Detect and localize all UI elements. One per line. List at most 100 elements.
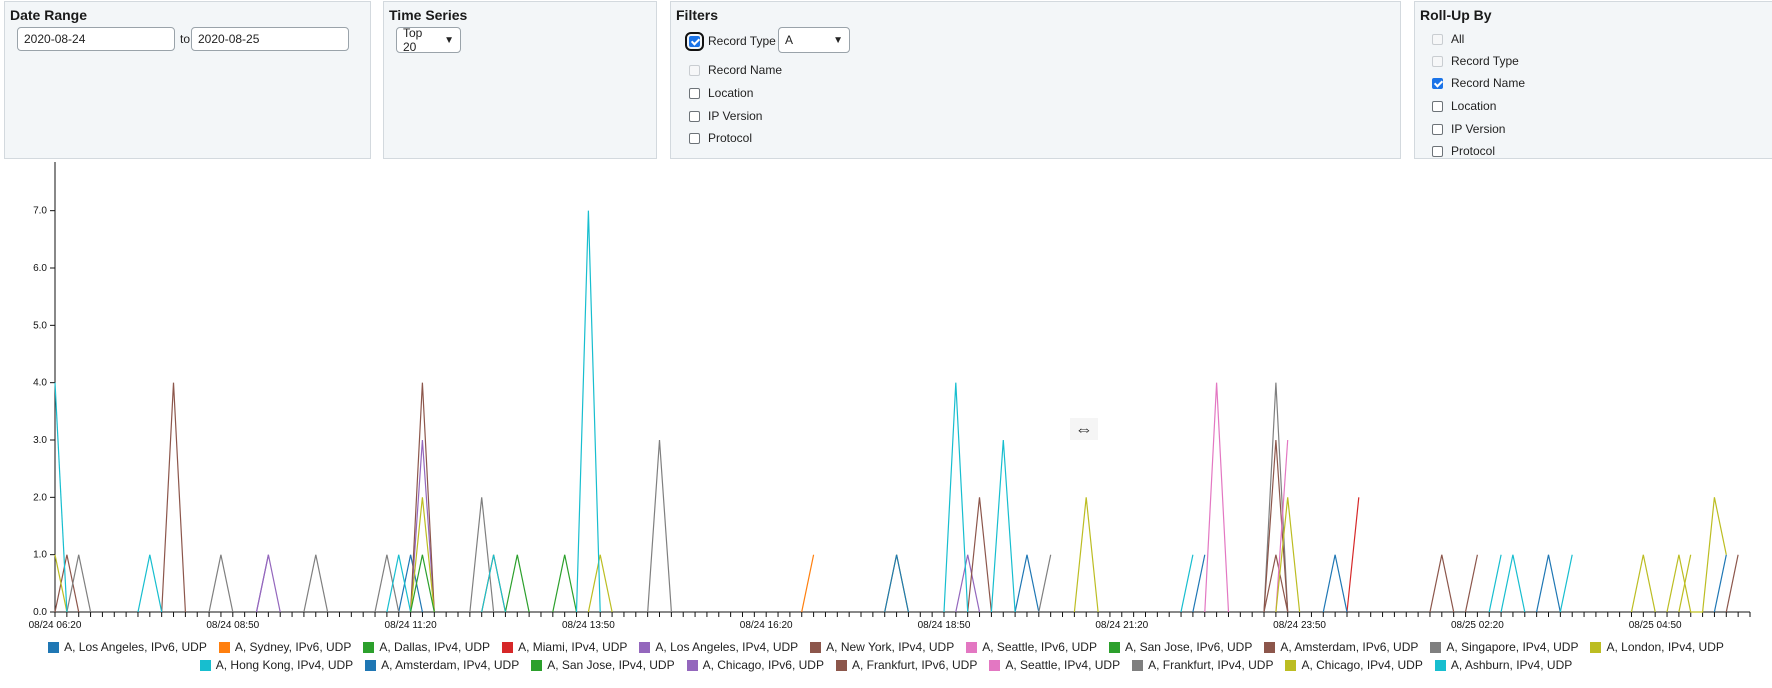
rollup-ip-version-row[interactable]: IP Version: [1432, 122, 1505, 136]
series-line-12: [1192, 554, 1206, 613]
legend-label: A, London, IPv4, UDP: [1606, 640, 1724, 654]
x-tick-label: 08/25 02:20: [1451, 620, 1504, 630]
legend-label: A, Dallas, IPv4, UDP: [379, 640, 491, 654]
rollup-ip-version-checkbox[interactable]: [1432, 123, 1443, 135]
legend-item[interactable]: A, Chicago, IPv6, UDP: [686, 658, 824, 672]
series-line-11: [943, 382, 969, 613]
y-tick-label: 6.0: [33, 263, 47, 274]
legend-swatch: [365, 659, 377, 671]
filter-ip-version-row[interactable]: IP Version: [689, 109, 762, 123]
filter-protocol-checkbox[interactable]: [689, 132, 700, 144]
filter-ip-version-checkbox[interactable]: [689, 110, 700, 122]
series-line-19: [54, 382, 68, 613]
legend-item[interactable]: A, Amsterdam, IPv4, UDP: [365, 658, 519, 672]
filter-location-checkbox[interactable]: [689, 87, 700, 99]
filter-record-name-checkbox[interactable]: [689, 64, 700, 76]
filter-record-type-label: Record Type: [708, 34, 776, 48]
series-line-1: [481, 554, 506, 613]
chevron-down-icon: ▼: [444, 34, 454, 46]
legend-item[interactable]: A, Hong Kong, IPv4, UDP: [199, 658, 354, 672]
series-line-10: [884, 554, 909, 613]
series-line-9: [374, 554, 400, 613]
date-to-label: to: [180, 32, 191, 46]
filter-protocol-row[interactable]: Protocol: [689, 131, 752, 145]
legend-label: A, Hong Kong, IPv4, UDP: [215, 658, 354, 672]
legend-item[interactable]: A, Frankfurt, IPv6, UDP: [835, 658, 978, 672]
legend-item[interactable]: A, Ashburn, IPv4, UDP: [1434, 658, 1572, 672]
date-to-input[interactable]: [191, 27, 349, 51]
legend-item[interactable]: A, Singapore, IPv4, UDP: [1430, 640, 1578, 654]
time-series-value: Top 20: [403, 26, 423, 54]
legend-item[interactable]: A, Seattle, IPv4, UDP: [989, 658, 1120, 672]
legend-item[interactable]: A, San Jose, IPv4, UDP: [531, 658, 675, 672]
rollup-title: Roll-Up By: [1420, 7, 1492, 23]
rollup-all-row[interactable]: All: [1432, 32, 1464, 46]
series-line-1: [801, 554, 815, 613]
legend-label: A, Amsterdam, IPv4, UDP: [381, 658, 520, 672]
rollup-all-checkbox[interactable]: [1432, 33, 1443, 45]
record-type-select[interactable]: A ▼: [778, 27, 850, 53]
series-line-9: [1038, 554, 1052, 613]
time-series-select[interactable]: Top 20 ▼: [396, 26, 461, 54]
legend-label: A, Chicago, IPv6, UDP: [702, 658, 824, 672]
series-line-0: [1014, 554, 1040, 613]
legend-item[interactable]: A, Chicago, IPv4, UDP: [1285, 658, 1423, 672]
rollup-record-type-row[interactable]: Record Type: [1432, 54, 1519, 68]
series-line-5: [161, 382, 186, 613]
filter-record-type-row[interactable]: Record Type: [685, 31, 776, 51]
legend-item[interactable]: A, London, IPv4, UDP: [1590, 640, 1724, 654]
legend-label: A, Los Angeles, IPv4, UDP: [655, 640, 799, 654]
legend-item[interactable]: A, Los Angeles, IPv6, UDP: [48, 640, 207, 654]
date-from-input[interactable]: [17, 27, 175, 51]
resize-cursor-icon: ⇔: [1070, 418, 1098, 440]
filter-record-type-checkbox[interactable]: [685, 31, 704, 51]
series-line-11: [575, 210, 601, 613]
legend-label: A, Frankfurt, IPv6, UDP: [851, 658, 978, 672]
legend-swatch: [1590, 641, 1602, 653]
y-tick-label: 2.0: [33, 492, 47, 503]
legend-swatch: [810, 641, 822, 653]
x-tick-label: 08/24 23:50: [1273, 620, 1326, 630]
series-line-0: [1536, 554, 1561, 613]
legend-swatch: [199, 659, 211, 671]
time-series-title: Time Series: [389, 7, 468, 23]
rollup-record-type-checkbox[interactable]: [1432, 55, 1443, 67]
legend-swatch: [1434, 659, 1446, 671]
legend-item[interactable]: A, New York, IPv4, UDP: [810, 640, 954, 654]
rollup-location-label: Location: [1451, 99, 1497, 113]
chart-legend-row-2: A, Hong Kong, IPv4, UDP A, Amsterdam, IPv…: [0, 658, 1772, 672]
series-line-8: [1429, 554, 1455, 613]
legend-label: A, San Jose, IPv4, UDP: [547, 658, 675, 672]
chevron-down-icon: ▼: [833, 34, 843, 46]
series-line-12: [1322, 554, 1348, 613]
series-line-19: [481, 554, 506, 613]
y-tick-label: 7.0: [33, 206, 47, 217]
series-line-5: [1725, 554, 1739, 613]
rollup-location-row[interactable]: Location: [1432, 99, 1496, 113]
legend-item[interactable]: A, Los Angeles, IPv4, UDP: [639, 640, 798, 654]
legend-swatch: [966, 641, 978, 653]
legend-swatch: [1430, 641, 1442, 653]
rollup-location-checkbox[interactable]: [1432, 100, 1443, 112]
series-line-9: [303, 554, 329, 613]
legend-swatch: [218, 641, 230, 653]
legend-item[interactable]: A, Amsterdam, IPv6, UDP: [1264, 640, 1418, 654]
series-line-11: [137, 554, 163, 613]
legend-swatch: [1108, 641, 1120, 653]
series-line-7: [552, 554, 578, 613]
rollup-record-name-row[interactable]: Record Name: [1432, 76, 1525, 90]
legend-item[interactable]: A, Frankfurt, IPv4, UDP: [1132, 658, 1273, 672]
rollup-record-name-checkbox[interactable]: [1432, 77, 1443, 89]
legend-item[interactable]: A, Miami, IPv4, UDP: [502, 640, 627, 654]
series-line-17: [66, 554, 92, 613]
legend-item[interactable]: A, Seattle, IPv6, UDP: [966, 640, 1097, 654]
legend-item[interactable]: A, Dallas, IPv4, UDP: [363, 640, 490, 654]
legend-label: A, Sydney, IPv6, UDP: [234, 640, 352, 654]
legend-item[interactable]: A, San Jose, IPv6, UDP: [1108, 640, 1252, 654]
x-tick-label: 08/24 21:20: [1095, 620, 1148, 630]
legend-label: A, Seattle, IPv6, UDP: [982, 640, 1097, 654]
legend-item[interactable]: A, Sydney, IPv6, UDP: [218, 640, 352, 654]
filter-record-name-row[interactable]: Record Name: [689, 63, 782, 77]
filter-location-row[interactable]: Location: [689, 86, 753, 100]
legend-label: A, Miami, IPv4, UDP: [518, 640, 628, 654]
